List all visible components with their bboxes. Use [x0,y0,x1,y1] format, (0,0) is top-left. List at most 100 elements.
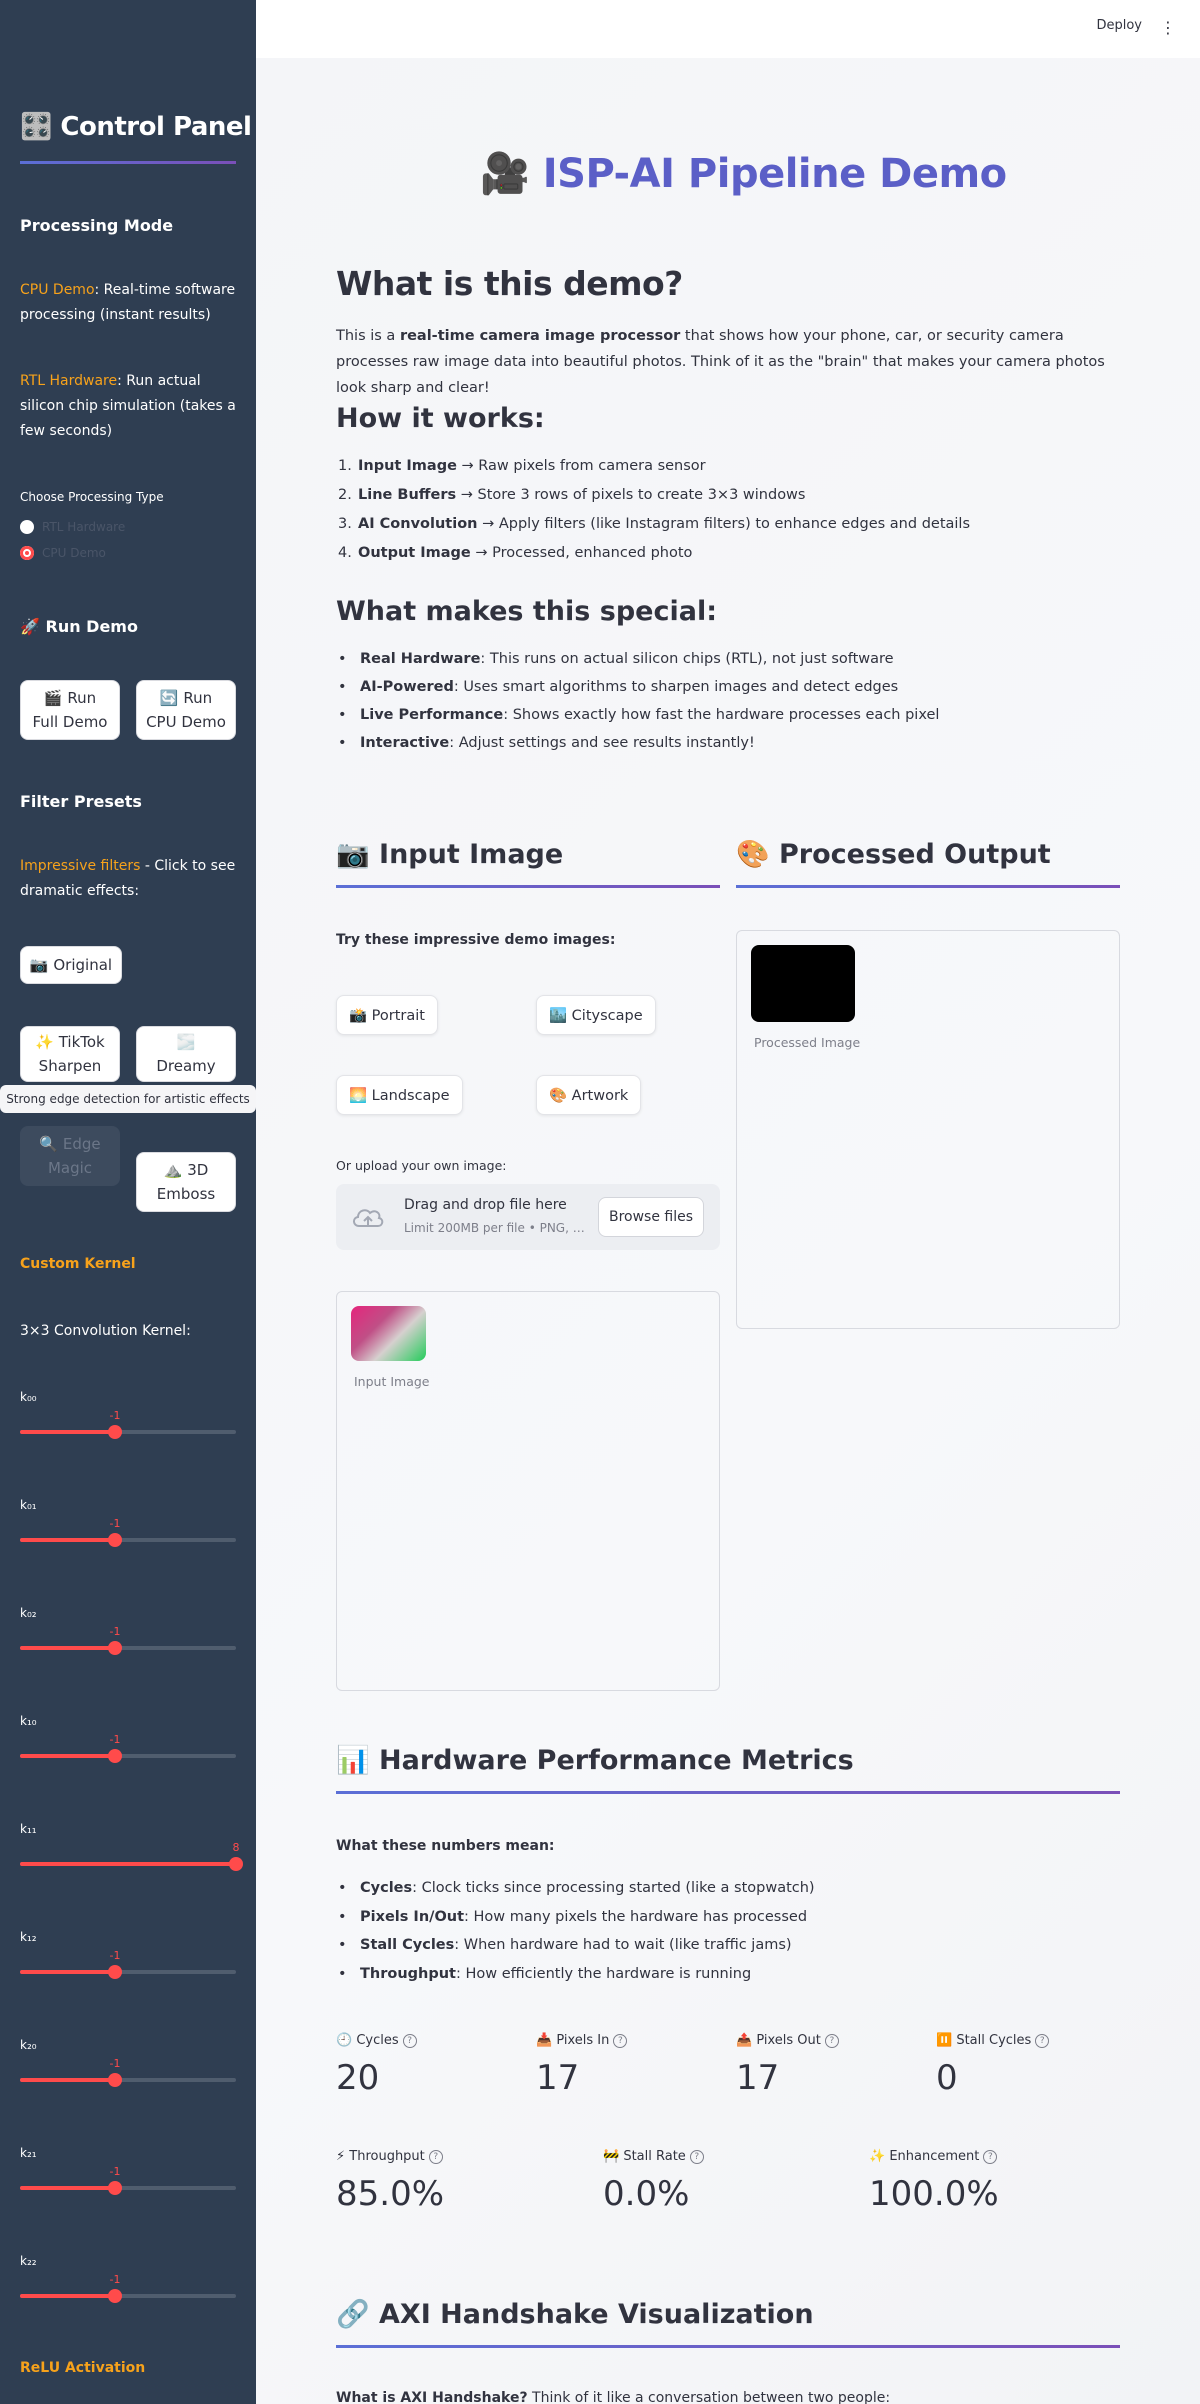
kernel-slider-fill [20,2078,115,2082]
help-icon[interactable]: ? [983,2149,998,2164]
kernel-slider-thumb[interactable] [108,1749,122,1763]
portrait-demo-button[interactable]: 📸 Portrait [336,995,438,1035]
metric-explain-text: : When hardware had to wait (like traffi… [454,1937,792,1953]
kernel-slider-fill [20,1754,115,1758]
kernel-slider-value: -1 [109,1517,121,1530]
input-image-thumbnail[interactable] [351,1306,426,1361]
kernel-slider-label: k₁₀ [20,1714,37,1728]
kernel-slider-thumb[interactable] [108,2289,122,2303]
landscape-demo-button[interactable]: 🌅 Landscape [336,1075,463,1115]
bullet: • [338,1937,347,1953]
custom-kernel-heading: Custom Kernel [20,1256,136,1272]
metric-value: 85.0% [336,2174,445,2214]
radio-dot-selected[interactable] [20,546,34,560]
dropzone-title: Drag and drop file here [404,1197,567,1213]
metric-value: 100.0% [869,2174,999,2214]
bullet: • [338,1908,347,1925]
special-heading: What makes this special: [336,596,717,627]
bullet: • [338,679,347,695]
3d-emboss-button[interactable]: ⛰️ 3D Emboss [136,1152,236,1212]
browse-files-button[interactable]: Browse files [598,1197,704,1237]
rtl-hardware-name: RTL Hardware [20,373,118,389]
relu-activation-heading: ReLU Activation [20,2360,146,2376]
top-bar: Deploy ⋮ [256,0,1200,58]
kernel-slider-track[interactable] [20,2289,236,2303]
output-underline [736,885,1120,888]
kernel-slider-thumb[interactable] [108,1425,122,1439]
kernel-slider-thumb[interactable] [108,2073,122,2087]
kernel-slider-track[interactable] [20,1749,236,1763]
metric-label: 📤 Pixels Out? [736,2033,839,2048]
step-text: → Store 3 rows of pixels to create 3×3 w… [456,487,806,503]
bullet: • [338,651,347,667]
dreamy-button[interactable]: 🌫️ Dreamy [136,1026,236,1082]
metric-label-text: ⚡ Throughput [336,2149,425,2164]
kernel-slider-track[interactable] [20,1965,236,1979]
main-menu-icon[interactable]: ⋮ [1160,18,1176,37]
help-icon[interactable]: ? [1035,2033,1050,2048]
radio-cpu-demo[interactable]: CPU Demo [20,546,106,560]
step-title: Input Image [358,458,457,474]
sidebar: 🎛️ Control Panel Processing Mode CPU Dem… [0,0,256,2404]
filter-presets-intro: Impressive filters - Click to see dramat… [20,858,236,899]
step-text: → Processed, enhanced photo [470,545,693,561]
help-icon[interactable]: ? [428,2149,443,2164]
help-icon[interactable]: ? [824,2033,839,2048]
fog-icon: 🌫️ [176,1033,196,1051]
mountain-icon: ⛰️ [163,1161,183,1179]
run-full-demo-button[interactable]: 🎬 Run Full Demo [20,680,120,740]
artwork-demo-button[interactable]: 🎨 Artwork [536,1075,642,1115]
step-number: 1. [338,458,352,474]
metric-label: ⚡ Throughput? [336,2149,443,2164]
kernel-slider-value: 8 [232,1841,240,1854]
step-title: Output Image [358,545,471,561]
kernel-slider-track[interactable] [20,2181,236,2195]
kernel-slider-thumb[interactable] [108,1641,122,1655]
radio-dot[interactable] [20,520,34,534]
help-icon[interactable]: ? [402,2033,417,2048]
kernel-label: 3×3 Convolution Kernel: [20,1323,191,1339]
kernel-slider-thumb[interactable] [108,2181,122,2195]
cloud-upload-icon [353,1209,384,1227]
kernel-slider-label: k₀₂ [20,1606,37,1620]
kernel-slider-track[interactable] [20,1425,236,1439]
kernel-slider-thumb[interactable] [108,1533,122,1547]
deploy-button[interactable]: Deploy [1096,18,1142,33]
tiktok-sharpen-button[interactable]: ✨ TikTok Sharpen [20,1026,120,1082]
run-demo-heading: 🚀 Run Demo [20,617,138,636]
help-icon[interactable]: ? [689,2149,704,2164]
step-number: 2. [338,487,352,503]
special-text: : Adjust settings and see results instan… [449,735,755,751]
kernel-slider-track[interactable] [20,2073,236,2087]
step-text: → Apply filters (like Instagram filters)… [477,516,970,532]
kernel-slider-thumb[interactable] [108,1965,122,1979]
input-image-heading: 📷 Input Image [336,839,564,870]
run-cpu-demo-button[interactable]: 🔄 Run CPU Demo [136,680,236,740]
file-dropzone[interactable]: Drag and drop file here Limit 200MB per … [336,1184,720,1250]
metric-label: 🕘 Cycles? [336,2033,417,2048]
kernel-slider-fill [20,1862,236,1866]
kernel-slider-value: -1 [109,1949,121,1962]
step-number: 4. [338,545,352,561]
magnifier-icon: 🔍 [39,1135,59,1153]
help-icon[interactable]: ? [613,2033,628,2048]
kernel-slider-thumb[interactable] [229,1857,243,1871]
metric-label-text: 🕘 Cycles [336,2033,399,2048]
kernel-slider-label: k₂₂ [20,2254,37,2268]
metric-explain-title: Pixels In/Out [360,1908,465,1925]
processed-image-thumbnail[interactable] [751,945,855,1022]
cityscape-demo-button[interactable]: 🏙️ Cityscape [536,995,656,1035]
kernel-slider-fill [20,1646,115,1650]
edge-magic-button[interactable]: 🔍 Edge Magic [20,1126,120,1186]
how-step-item: 2. Line Buffers → Store 3 rows of pixels … [338,487,805,503]
kernel-slider-value: -1 [109,1409,121,1422]
kernel-slider-fill [20,2294,115,2298]
kernel-slider-track[interactable] [20,1533,236,1547]
special-title: AI-Powered [360,679,454,695]
how-step-item: 3. AI Convolution → Apply filters (like I… [338,516,970,532]
radio-rtl-hardware[interactable]: RTL Hardware [20,520,125,534]
kernel-slider-track[interactable] [20,1857,243,1871]
kernel-slider-track[interactable] [20,1641,236,1655]
original-preset-button[interactable]: 📷 Original [20,946,122,984]
special-title: Interactive [360,735,450,751]
